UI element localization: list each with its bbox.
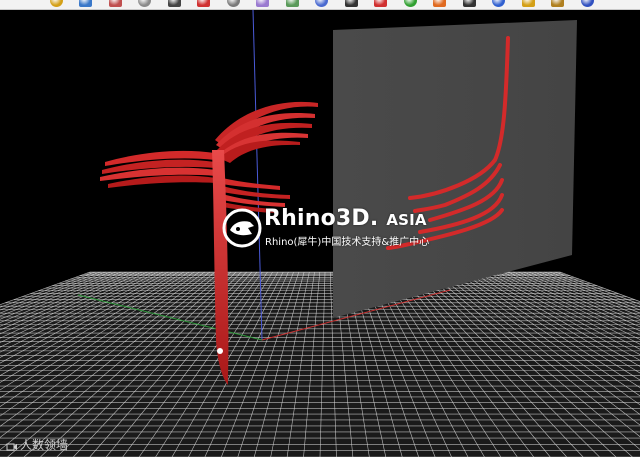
grid-icon[interactable] [167, 0, 181, 7]
environment-icon[interactable] [492, 0, 506, 7]
material-icon[interactable] [433, 0, 447, 7]
filter-icon[interactable] [315, 0, 329, 7]
watermark-title: Rhino3D. ASIA [264, 206, 427, 231]
camera-icon [6, 443, 17, 450]
layer-icon[interactable] [344, 0, 358, 7]
mesh-icon[interactable] [50, 0, 63, 7]
rhino-logo-icon [222, 208, 262, 248]
help-icon[interactable] [580, 0, 594, 7]
sphere-icon[interactable] [462, 0, 476, 7]
gumball-icon[interactable] [226, 0, 240, 7]
viewport-label-text: 人数领墙 [20, 438, 69, 452]
watermark-title-suffix: ASIA [386, 211, 427, 229]
zoom-icon[interactable] [138, 0, 152, 7]
render-icon[interactable] [403, 0, 417, 7]
rotate-icon[interactable] [79, 0, 93, 7]
toolbar [0, 0, 640, 10]
control-point[interactable] [217, 348, 223, 354]
transform-icon[interactable] [256, 0, 270, 7]
light-icon[interactable] [521, 0, 535, 7]
curve-icon[interactable] [197, 0, 211, 7]
viewport-label[interactable]: 人数领墙 [6, 436, 68, 453]
properties-icon[interactable] [374, 0, 388, 7]
pan-icon[interactable] [108, 0, 122, 7]
settings-icon[interactable] [551, 0, 565, 7]
watermark-subtitle: Rhino(犀牛)中国技术支持&推广中心 [265, 237, 430, 248]
rhino-app-window: Rhino3D. ASIA Rhino(犀牛)中国技术支持&推广中心 人数领墙 [0, 0, 640, 457]
snap-icon[interactable] [285, 0, 299, 7]
